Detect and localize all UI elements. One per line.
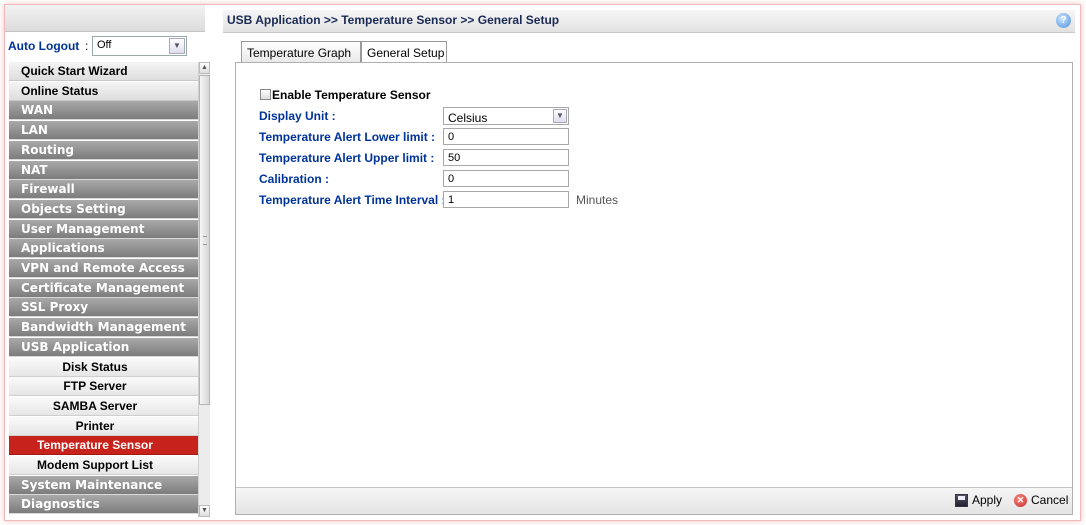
sidebar-item-label: VPN and Remote Access bbox=[21, 261, 185, 275]
sidebar-item-label: User Management bbox=[21, 221, 145, 236]
calibration-input[interactable]: 0 bbox=[443, 170, 569, 187]
calibration-label: Calibration : bbox=[259, 172, 330, 186]
display-unit-select[interactable]: Celsius ▼ bbox=[443, 107, 569, 125]
sidebar-item-quick-start-wizard[interactable]: Quick Start Wizard bbox=[9, 62, 199, 81]
display-unit-value: Celsius bbox=[448, 111, 488, 125]
sidebar-item-nat[interactable]: NAT bbox=[9, 160, 199, 180]
sidebar-item-wan[interactable]: WAN bbox=[9, 101, 199, 121]
grip-icon bbox=[203, 236, 207, 245]
sidebar-item-diagnostics[interactable]: Diagnostics bbox=[9, 495, 199, 515]
cancel-button[interactable]: ✕ Cancel bbox=[1014, 493, 1069, 508]
sidebar-item-label: WAN bbox=[21, 103, 54, 118]
breadcrumb: USB Application >> Temperature Sensor >>… bbox=[227, 13, 560, 27]
sidebar-item-samba-server[interactable]: SAMBA Server bbox=[9, 396, 199, 416]
sidebar-item-label: Firewall bbox=[21, 182, 75, 197]
sidebar-item-label: Temperature Sensor bbox=[37, 438, 153, 453]
sidebar-item-bandwidth-management[interactable]: Bandwidth Management bbox=[9, 318, 199, 338]
enable-temperature-sensor-checkbox[interactable] bbox=[260, 89, 271, 100]
tab-general-setup[interactable]: General Setup bbox=[361, 41, 447, 63]
sidebar-item-user-management[interactable]: User Management bbox=[9, 219, 199, 239]
tab-temperature-graph[interactable]: Temperature Graph bbox=[241, 41, 361, 62]
chevron-down-icon[interactable]: ▼ bbox=[553, 109, 567, 123]
display-unit-label: Display Unit : bbox=[259, 109, 336, 123]
sidebar-item-online-status[interactable]: Online Status bbox=[9, 81, 199, 101]
sidebar-item-label: USB Application bbox=[21, 339, 130, 354]
save-icon bbox=[955, 494, 968, 508]
alert-interval-input[interactable]: 1 bbox=[443, 191, 569, 208]
sidebar-item-label: LAN bbox=[21, 123, 48, 138]
sidebar-item-label: NAT bbox=[21, 162, 48, 177]
sidebar-item-label: SAMBA Server bbox=[52, 398, 138, 413]
sidebar-item-usb-application[interactable]: USB Application bbox=[9, 337, 199, 357]
alert-interval-unit: Minutes bbox=[576, 193, 619, 207]
auto-logout-label: Auto Logout bbox=[8, 39, 80, 53]
sidebar-item-label: Objects Setting bbox=[21, 201, 126, 216]
apply-label: Apply bbox=[972, 493, 1003, 507]
scroll-up-arrow-icon[interactable]: ▲ bbox=[199, 62, 210, 74]
sidebar-item-certificate-management[interactable]: Certificate Management bbox=[9, 278, 199, 298]
sidebar-item-label: Online Status bbox=[21, 83, 99, 98]
auto-logout: Auto Logout : Off ▼ bbox=[5, 35, 205, 59]
sidebar-item-ftp-server[interactable]: FTP Server bbox=[9, 377, 199, 397]
help-icon[interactable]: ? bbox=[1056, 13, 1071, 28]
sidebar-item-label: Modem Support List bbox=[37, 458, 153, 472]
sidebar-item-applications[interactable]: Applications bbox=[9, 239, 199, 259]
sidebar-item-disk-status[interactable]: Disk Status bbox=[9, 357, 199, 377]
sidebar-item-system-maintenance[interactable]: System Maintenance bbox=[9, 475, 199, 495]
enable-temperature-sensor-label: Enable Temperature Sensor bbox=[272, 88, 431, 102]
lower-limit-input[interactable]: 0 bbox=[443, 128, 569, 145]
sidebar-item-routing[interactable]: Routing bbox=[9, 140, 199, 160]
sidebar-item-label: Disk Status bbox=[62, 359, 128, 374]
auto-logout-value: Off bbox=[97, 39, 112, 51]
chevron-down-icon[interactable]: ▼ bbox=[169, 38, 185, 54]
sidebar-item-lan[interactable]: LAN bbox=[9, 121, 199, 141]
sidebar-item-label: Printer bbox=[75, 418, 115, 433]
cancel-icon: ✕ bbox=[1014, 494, 1027, 508]
sidebar-item-label: Diagnostics bbox=[21, 497, 100, 512]
sidebar-item-label: Bandwidth Management bbox=[21, 320, 186, 335]
sidebar-item-label: System Maintenance bbox=[21, 477, 163, 492]
sidebar-item-ssl-proxy[interactable]: SSL Proxy bbox=[9, 298, 199, 318]
alert-interval-label: Temperature Alert Time Interval : bbox=[259, 193, 446, 207]
sidebar-item-label: Quick Start Wizard bbox=[21, 64, 128, 78]
sidebar-scrollbar[interactable]: ▲ ▼ bbox=[198, 62, 210, 517]
upper-limit-label: Temperature Alert Upper limit : bbox=[259, 151, 435, 165]
general-setup-panel: Enable Temperature Sensor Display Unit :… bbox=[235, 62, 1073, 515]
sidebar-item-temperature-sensor[interactable]: Temperature Sensor bbox=[9, 436, 199, 456]
sidebar-item-label: Certificate Management bbox=[21, 280, 185, 295]
action-footer: Apply ✕ Cancel bbox=[236, 487, 1072, 514]
sidebar-item-firewall[interactable]: Firewall bbox=[9, 180, 199, 200]
upper-limit-input[interactable]: 50 bbox=[443, 149, 569, 166]
sidebar-item-label: Routing bbox=[21, 142, 75, 157]
auto-logout-colon: : bbox=[85, 39, 89, 53]
scroll-down-arrow-icon[interactable]: ▼ bbox=[199, 505, 210, 517]
sidebar-item-vpn-and-remote-access[interactable]: VPN and Remote Access bbox=[9, 259, 199, 278]
sidebar-item-objects-setting[interactable]: Objects Setting bbox=[9, 199, 199, 219]
auto-logout-select[interactable]: Off ▼ bbox=[92, 36, 187, 56]
main-content: USB Application >> Temperature Sensor >>… bbox=[223, 10, 1075, 517]
title-bar: USB Application >> Temperature Sensor >>… bbox=[223, 10, 1075, 33]
sidebar-header bbox=[5, 5, 205, 32]
apply-button[interactable]: Apply bbox=[955, 493, 1003, 508]
lower-limit-label: Temperature Alert Lower limit : bbox=[259, 130, 436, 144]
cancel-label: Cancel bbox=[1031, 493, 1069, 507]
main-menu: Quick Start Wizard Online Status WAN LAN Rou… bbox=[9, 62, 199, 517]
sidebar: Auto Logout : Off ▼ Quick Start Wizard On… bbox=[5, 5, 210, 520]
scroll-thumb[interactable] bbox=[199, 75, 210, 405]
sidebar-item-printer[interactable]: Printer bbox=[9, 416, 199, 436]
sidebar-item-label: SSL Proxy bbox=[21, 300, 89, 315]
sidebar-item-modem-support-list[interactable]: Modem Support List bbox=[9, 456, 199, 475]
sidebar-item-label: FTP Server bbox=[63, 379, 127, 394]
sidebar-item-label: Applications bbox=[21, 241, 105, 256]
